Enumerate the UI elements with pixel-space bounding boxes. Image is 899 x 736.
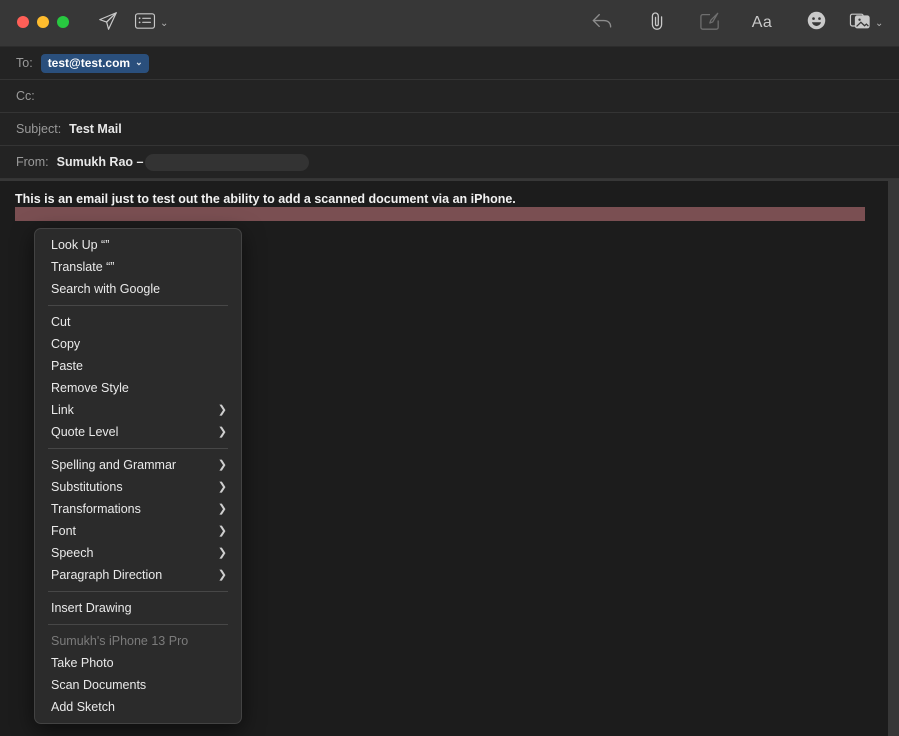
menu-item[interactable]: Scan Documents (35, 674, 241, 696)
cc-field-row[interactable]: Cc: (0, 80, 899, 113)
from-field-value: Sumukh Rao – (56, 155, 144, 169)
chevron-down-icon: ⌄ (135, 57, 143, 67)
menu-item-label: Add Sketch (51, 700, 115, 714)
menu-item[interactable]: Link ❯ (35, 399, 241, 421)
menu-item-label: Cut (51, 315, 71, 329)
send-button[interactable] (92, 8, 124, 38)
menu-item-label: Link (51, 403, 74, 417)
menu-item[interactable]: Copy (35, 333, 241, 355)
menu-item-label: Scan Documents (51, 678, 147, 692)
text-selection-highlight (15, 207, 865, 221)
compose-header-fields: To: test@test.com ⌄ Cc: Subject: Test Ma… (0, 47, 899, 179)
chevron-down-icon: ⌄ (160, 17, 169, 29)
menu-item[interactable]: Paragraph Direction ❯ (35, 564, 241, 586)
chevron-right-icon: ❯ (217, 568, 227, 581)
header-fields-button[interactable]: ⌄ (132, 8, 176, 38)
from-field-row[interactable]: From: Sumukh Rao – (0, 146, 899, 179)
context-menu[interactable]: Look Up “” Translate “” Search with Google… (34, 228, 242, 724)
subject-field-value: Test Mail (69, 122, 122, 136)
body-right-edge (888, 181, 899, 736)
reply-button[interactable] (586, 8, 618, 38)
menu-item-label: Sumukh's iPhone 13 Pro (51, 634, 189, 648)
chevron-right-icon: ❯ (217, 524, 227, 537)
menu-item[interactable]: Remove Style (35, 377, 241, 399)
recipient-token[interactable]: test@test.com ⌄ (40, 53, 149, 73)
minimize-window-button[interactable] (37, 16, 49, 28)
cc-field-label: Cc: (16, 89, 35, 103)
menu-separator (48, 448, 228, 449)
menu-item[interactable]: Add Sketch (35, 696, 241, 718)
menu-item-label: Remove Style (51, 381, 129, 395)
chevron-right-icon: ❯ (217, 458, 227, 471)
markup-button[interactable] (694, 8, 726, 38)
attachment-paperclip-icon (646, 10, 668, 37)
menu-item[interactable]: Transformations ❯ (35, 498, 241, 520)
send-paper-plane-icon (97, 10, 119, 37)
menu-item-label: Insert Drawing (51, 601, 132, 615)
mail-compose-window: ⌄ Aa ⌄ To: test@test.com ⌄ Cc: Subject: … (0, 0, 899, 736)
menu-item[interactable]: Spelling and Grammar ❯ (35, 454, 241, 476)
menu-item-label: Paste (51, 359, 83, 373)
menu-item-label: Copy (51, 337, 81, 351)
menu-item-label: Translate “” (51, 260, 115, 274)
menu-item[interactable]: Look Up “” (35, 234, 241, 256)
menu-separator (48, 591, 228, 592)
reply-arrow-icon (591, 11, 613, 36)
format-button[interactable]: Aa (746, 8, 778, 38)
menu-item[interactable]: Translate “” (35, 256, 241, 278)
chevron-right-icon: ❯ (217, 480, 227, 493)
menu-item-label: Search with Google (51, 282, 161, 296)
to-field-row[interactable]: To: test@test.com ⌄ (0, 47, 899, 80)
subject-field-row[interactable]: Subject: Test Mail (0, 113, 899, 146)
menu-item[interactable]: Cut (35, 311, 241, 333)
menu-item-label: Take Photo (51, 656, 114, 670)
attach-button[interactable] (641, 8, 673, 38)
zoom-window-button[interactable] (57, 16, 69, 28)
chevron-right-icon: ❯ (217, 425, 227, 438)
menu-item-label: Look Up “” (51, 238, 110, 252)
message-body-text: This is an email just to test out the ab… (15, 192, 516, 206)
menu-item[interactable]: Font ❯ (35, 520, 241, 542)
menu-item[interactable]: Quote Level ❯ (35, 421, 241, 443)
menu-separator (48, 305, 228, 306)
menu-item-label: Paragraph Direction (51, 568, 163, 582)
emoji-button[interactable] (800, 8, 832, 38)
menu-item[interactable]: Substitutions ❯ (35, 476, 241, 498)
menu-item[interactable]: Speech ❯ (35, 542, 241, 564)
chevron-right-icon: ❯ (217, 546, 227, 559)
chevron-down-icon: ⌄ (875, 17, 884, 29)
to-field-label: To: (16, 56, 33, 70)
photo-browser-icon (849, 11, 871, 36)
emoji-smiley-icon (806, 10, 827, 36)
menu-item[interactable]: Take Photo (35, 652, 241, 674)
from-field-label: From: (16, 155, 49, 169)
compose-toolbar: ⌄ Aa ⌄ (0, 0, 899, 47)
photos-button[interactable]: ⌄ (849, 8, 893, 38)
menu-separator (48, 624, 228, 625)
menu-item-label: Substitutions (51, 480, 123, 494)
subject-field-label: Subject: (16, 122, 62, 136)
menu-item-label: Speech (51, 546, 94, 560)
chevron-right-icon: ❯ (217, 403, 227, 416)
menu-item[interactable]: Insert Drawing (35, 597, 241, 619)
close-window-button[interactable] (17, 16, 29, 28)
menu-item[interactable]: Search with Google (35, 278, 241, 300)
redacted-email-bar (145, 153, 310, 171)
header-fields-list-icon (134, 12, 156, 35)
menu-item-label: Quote Level (51, 425, 119, 439)
menu-section-header: Sumukh's iPhone 13 Pro (35, 630, 241, 652)
menu-item-label: Font (51, 524, 77, 538)
menu-item-label: Transformations (51, 502, 141, 516)
menu-item-label: Spelling and Grammar (51, 458, 177, 472)
traffic-lights (17, 16, 69, 28)
chevron-right-icon: ❯ (217, 502, 227, 515)
markup-and-sign-icon (699, 11, 721, 36)
menu-item[interactable]: Paste (35, 355, 241, 377)
format-aa-label: Aa (751, 14, 773, 31)
recipient-token-label: test@test.com (47, 55, 131, 70)
